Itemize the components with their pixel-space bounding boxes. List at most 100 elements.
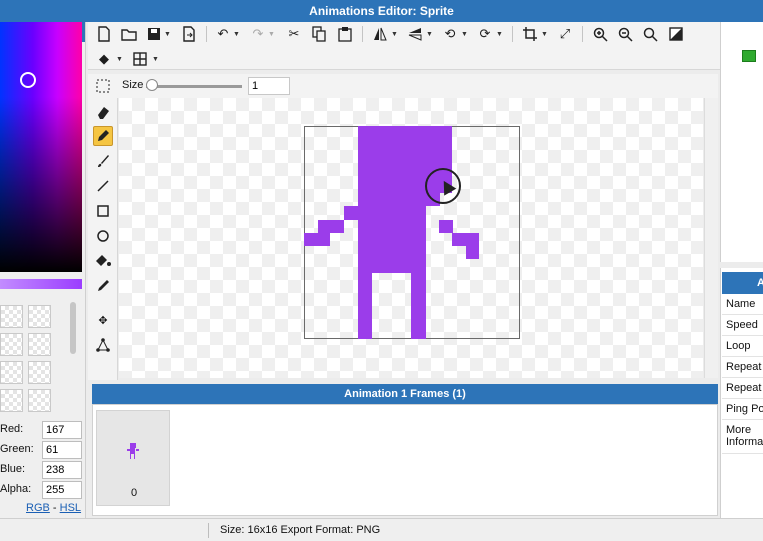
- rotate-left-dropdown-icon[interactable]: ▼: [461, 31, 468, 38]
- save-dropdown-icon[interactable]: ▼: [164, 31, 171, 38]
- rotate-left-icon[interactable]: ⟲: [442, 26, 458, 42]
- sprite-left-arm: [318, 220, 344, 233]
- color-swatch[interactable]: [28, 305, 51, 328]
- blue-input[interactable]: [42, 461, 82, 479]
- color-swatch[interactable]: [28, 333, 51, 356]
- color-swatch[interactable]: [0, 305, 23, 328]
- copy-icon[interactable]: [311, 26, 327, 42]
- brush-tool-icon[interactable]: [93, 151, 113, 171]
- property-more-info[interactable]: More Informa: [722, 420, 763, 454]
- move-point-tool-icon[interactable]: ✥: [93, 310, 113, 330]
- save-icon[interactable]: [146, 26, 162, 42]
- crop-icon[interactable]: [522, 26, 538, 42]
- property-repeat-2[interactable]: Repeat: [722, 378, 763, 399]
- color-swatch[interactable]: [0, 333, 23, 356]
- sprite-left-hand: [304, 233, 330, 246]
- redo-icon[interactable]: ↷: [250, 26, 266, 42]
- zoom-fit-icon[interactable]: [642, 26, 658, 42]
- toolbar-divider: [362, 26, 363, 42]
- rotate-right-dropdown-icon[interactable]: ▼: [496, 31, 503, 38]
- size-slider-handle[interactable]: [146, 79, 158, 91]
- undo-dropdown-icon[interactable]: ▼: [233, 31, 240, 38]
- hue-slider[interactable]: [0, 279, 82, 289]
- sprite-left-leg: [358, 273, 372, 339]
- rgb-mode-link[interactable]: RGB: [26, 502, 50, 514]
- grid-icon[interactable]: [132, 51, 148, 67]
- frame-thumbnail[interactable]: 0: [96, 410, 170, 506]
- sprite-body: [358, 193, 426, 273]
- redo-dropdown-icon[interactable]: ▼: [268, 31, 275, 38]
- property-ping-pong[interactable]: Ping Po: [722, 399, 763, 420]
- undo-icon[interactable]: ↶: [215, 26, 231, 42]
- color-swatch[interactable]: [0, 361, 23, 384]
- property-loop[interactable]: Loop: [722, 336, 763, 357]
- paste-icon[interactable]: [337, 26, 353, 42]
- flip-v-dropdown-icon[interactable]: ▼: [426, 31, 433, 38]
- flip-horizontal-icon[interactable]: [372, 26, 388, 42]
- flip-vertical-icon[interactable]: [407, 26, 423, 42]
- red-input[interactable]: [42, 421, 82, 439]
- canvas-scrollbar[interactable]: [704, 98, 718, 378]
- green-input[interactable]: [42, 441, 82, 459]
- right-panel-divider: [720, 262, 763, 268]
- status-text: Size: 16x16 Export Format: PNG: [220, 524, 381, 536]
- resize-icon[interactable]: ⤢: [557, 26, 573, 42]
- layers-icon[interactable]: ◆: [96, 51, 112, 67]
- property-repeat[interactable]: Repeat: [722, 357, 763, 378]
- size-input[interactable]: [248, 77, 290, 95]
- size-slider-track[interactable]: [146, 85, 242, 88]
- swatches-scrollbar[interactable]: [70, 302, 76, 354]
- alpha-input[interactable]: [42, 481, 82, 499]
- toolbar-divider: [582, 26, 583, 42]
- green-label: Green:: [0, 443, 34, 455]
- pencil-tool-icon[interactable]: [93, 126, 113, 146]
- bone-tool-icon[interactable]: [93, 335, 113, 355]
- property-speed[interactable]: Speed: [722, 315, 763, 336]
- properties-header: A: [722, 272, 763, 294]
- red-field-row: Red:: [0, 421, 86, 439]
- crop-dropdown-icon[interactable]: ▼: [541, 31, 548, 38]
- flip-h-dropdown-icon[interactable]: ▼: [391, 31, 398, 38]
- new-file-icon[interactable]: [96, 26, 112, 42]
- color-swatch[interactable]: [28, 361, 51, 384]
- green-field-row: Green:: [0, 441, 86, 459]
- main-toolbar: ▼ ↶ ▼ ↷ ▼ ✂ ▼ ▼ ⟲ ▼ ⟳ ▼ ▼ ⤢ ◆ ▼ ▼: [88, 22, 720, 70]
- sprite-right-arm: [452, 233, 479, 246]
- grid-dropdown-icon[interactable]: ▼: [152, 56, 159, 63]
- layers-dropdown-icon[interactable]: ▼: [116, 56, 123, 63]
- zoom-out-icon[interactable]: [617, 26, 633, 42]
- red-label: Red:: [0, 423, 24, 435]
- frames-panel-title: Animation 1 Frames (1): [92, 384, 718, 404]
- sprite-right-arm: [439, 220, 453, 233]
- eraser-tool-icon[interactable]: [93, 102, 113, 122]
- frame-preview: [127, 443, 139, 459]
- animations-editor-window: Animations Editor: Sprite Red: Green: Bl…: [0, 0, 763, 541]
- rectangle-tool-icon[interactable]: [93, 201, 113, 221]
- color-swatch[interactable]: [28, 389, 51, 412]
- alpha-field-row: Alpha:: [0, 481, 86, 499]
- cut-icon[interactable]: ✂: [286, 26, 302, 42]
- toggle-background-icon[interactable]: [668, 26, 684, 42]
- property-name[interactable]: Name: [722, 294, 763, 315]
- rotate-right-icon[interactable]: ⟳: [477, 26, 493, 42]
- selection-tool-icon[interactable]: [93, 76, 113, 96]
- eyedropper-tool-icon[interactable]: [93, 276, 113, 296]
- fill-bucket-tool-icon[interactable]: [93, 251, 113, 271]
- zoom-in-icon[interactable]: [592, 26, 608, 42]
- color-swatch[interactable]: [0, 389, 23, 412]
- export-icon[interactable]: [181, 26, 197, 42]
- color-swatches: [0, 300, 62, 418]
- color-spectrum[interactable]: [0, 22, 82, 272]
- hsl-mode-link[interactable]: HSL: [60, 502, 81, 514]
- size-label: Size: [122, 79, 144, 91]
- color-mode-links: RGB - HSL: [26, 502, 81, 514]
- window-title: Animations Editor: Sprite: [0, 0, 763, 22]
- sprite-left-arm: [344, 206, 358, 220]
- color-picker-handle[interactable]: [20, 72, 36, 88]
- line-tool-icon[interactable]: [93, 176, 113, 196]
- frames-panel: [92, 404, 718, 516]
- open-folder-icon[interactable]: [121, 26, 137, 42]
- status-divider: [208, 523, 209, 538]
- ellipse-tool-icon[interactable]: [93, 226, 113, 246]
- toolbar-divider: [512, 26, 513, 42]
